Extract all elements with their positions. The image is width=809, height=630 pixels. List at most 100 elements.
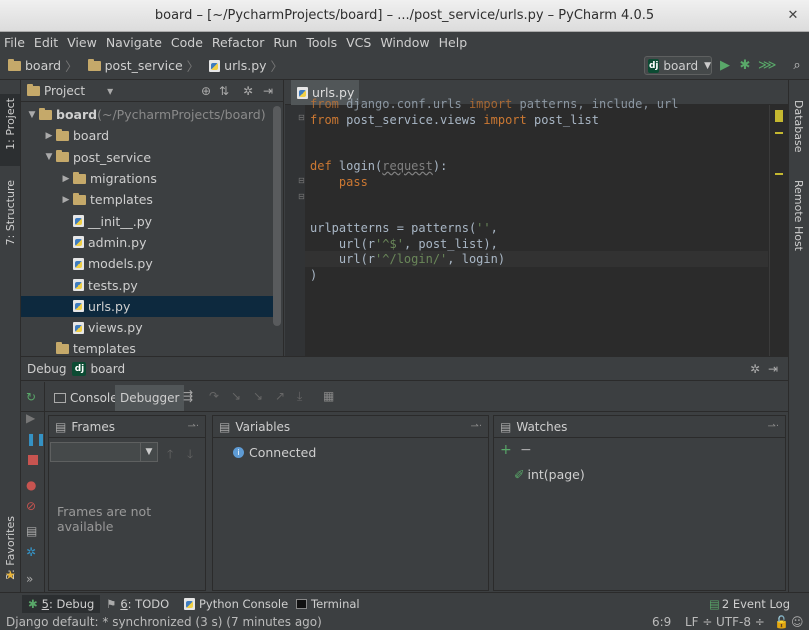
code-line[interactable]: from django.conf.urls import patterns, i…	[310, 97, 678, 113]
step-out-icon[interactable]: ↗	[275, 389, 285, 403]
inspector-icon[interactable]: ☺	[791, 615, 804, 629]
stop-icon[interactable]	[28, 455, 38, 465]
code-line[interactable]: from post_service.views import post_list	[310, 113, 678, 129]
menu-vcs[interactable]: VCS	[346, 35, 371, 50]
tool-project[interactable]: 1: Project	[4, 98, 17, 150]
menu-file[interactable]: File	[4, 35, 25, 50]
tool-tab-event-log[interactable]: ▤ 2 Event Log	[703, 595, 796, 613]
code-line[interactable]: url(r'^$', post_list),	[310, 237, 678, 253]
menu-help[interactable]: Help	[439, 35, 468, 50]
fold-marker-icon[interactable]: ⊟	[298, 192, 305, 201]
sync-icon[interactable]: ⊕	[201, 84, 211, 98]
tree-item[interactable]: ▼ post_service	[21, 147, 273, 168]
settings-icon[interactable]: ✲	[26, 545, 40, 559]
mute-breakpoints-icon[interactable]: ⊘	[26, 499, 40, 513]
hide-panel-icon[interactable]: ⇥	[263, 84, 273, 98]
chevron-down-icon[interactable]: ▾	[107, 84, 113, 98]
tool-database[interactable]: Database	[792, 100, 805, 153]
pin-icon[interactable]: ⇀·	[470, 421, 482, 432]
tree-item[interactable]: ▶ board	[21, 125, 273, 146]
tree-item[interactable]: ▶ migrations	[21, 168, 273, 189]
run-to-cursor-icon[interactable]: ⤓	[297, 389, 302, 404]
tool-tab-python-console[interactable]: Python Console	[178, 595, 294, 613]
breadcrumb-post-service[interactable]: post_service 〉	[87, 56, 204, 75]
line-separator-select[interactable]: LF ÷	[685, 615, 712, 629]
code-line[interactable]	[310, 144, 678, 160]
project-scrollbar[interactable]	[273, 106, 281, 326]
chevron-down-icon[interactable]: ▼	[25, 110, 39, 120]
menu-edit[interactable]: Edit	[34, 35, 58, 50]
arrow-down-icon[interactable]: 🡓	[187, 445, 193, 466]
step-into-icon[interactable]: ↘	[231, 389, 241, 403]
code-content[interactable]: from django.conf.urls import patterns, i…	[310, 97, 678, 284]
tree-item[interactable]: admin.py	[21, 232, 273, 253]
tree-item[interactable]: ▶ templates	[21, 189, 273, 210]
warning-stripe[interactable]	[775, 132, 783, 134]
code-line[interactable]	[310, 206, 678, 222]
chevron-down-icon[interactable]: ▼	[140, 442, 158, 462]
step-over-icon[interactable]: ↷	[209, 389, 219, 403]
view-breakpoints-icon[interactable]: ●	[26, 478, 40, 492]
tool-tab-terminal[interactable]: Terminal	[290, 595, 366, 613]
watch-item[interactable]: ✐ int(page)	[514, 467, 585, 482]
layout-icon[interactable]: ▤	[26, 524, 40, 538]
search-icon[interactable]: ⌕	[789, 58, 805, 74]
run-icon[interactable]: ▶	[717, 58, 733, 74]
tool-tab-debug[interactable]: ✱ 5 : Debug	[22, 595, 101, 613]
resume-icon[interactable]: ▶	[26, 411, 40, 425]
thread-select[interactable]: ▼	[50, 442, 158, 462]
code-line[interactable]: urlpatterns = patterns('',	[310, 221, 678, 237]
run-config-select[interactable]: dj board ▼	[644, 56, 712, 75]
evaluate-icon[interactable]: ▦	[323, 389, 334, 403]
warning-stripe[interactable]	[775, 173, 783, 175]
lock-icon[interactable]: 🔓	[774, 615, 789, 629]
tool-remote-host[interactable]: Remote Host	[792, 180, 805, 251]
menu-refactor[interactable]: Refactor	[212, 35, 264, 50]
pin-icon[interactable]: ⇀·	[767, 421, 779, 432]
code-line[interactable]: pass	[310, 175, 678, 191]
close-icon[interactable]: ✕	[785, 8, 801, 24]
editor-gutter[interactable]: ⊟ ⊟ ⊟	[285, 105, 305, 356]
pause-icon[interactable]: ❚❚	[26, 432, 46, 446]
coverage-icon[interactable]: ⋙	[758, 58, 777, 74]
tab-debugger[interactable]: Debugger	[115, 385, 185, 411]
breadcrumb-urls[interactable]: urls.py 〉	[209, 56, 287, 75]
debug-icon[interactable]: ✱	[737, 58, 753, 74]
remove-watch-icon[interactable]: −	[520, 442, 532, 458]
tool-tab-todo[interactable]: ⚑ 6 : TODO	[100, 595, 175, 613]
menu-run[interactable]: Run	[273, 35, 297, 50]
status-message[interactable]: Django default: * synchronized (3 s) (7 …	[6, 615, 322, 629]
hide-panel-icon[interactable]: ⇥	[768, 362, 778, 376]
fold-marker-icon[interactable]: ⊟	[298, 176, 305, 185]
tree-item[interactable]: urls.py	[21, 295, 273, 317]
menu-view[interactable]: View	[67, 35, 97, 50]
force-step-into-icon[interactable]: ↘	[253, 389, 263, 403]
warning-marker-icon[interactable]	[775, 110, 783, 122]
add-watch-icon[interactable]: +	[500, 442, 512, 458]
editor-scrollbar[interactable]	[769, 105, 770, 356]
menu-tools[interactable]: Tools	[306, 35, 337, 50]
pin-icon[interactable]: ⇀·	[187, 421, 199, 432]
menu-navigate[interactable]: Navigate	[106, 35, 162, 50]
show-execution-point-icon[interactable]: ⇶	[183, 389, 193, 403]
project-view-select[interactable]: Project	[44, 84, 85, 98]
chevron-right-icon[interactable]: ▶	[59, 174, 73, 184]
breadcrumb-board[interactable]: board 〉	[8, 56, 82, 75]
chevron-right-icon[interactable]: ▶	[42, 131, 56, 141]
code-line[interactable]: def login(request):	[310, 159, 678, 175]
caret-position[interactable]: 6:9	[652, 615, 671, 629]
arrow-up-icon[interactable]: 🡑	[167, 445, 173, 466]
code-line[interactable]	[310, 128, 678, 144]
code-line[interactable]: )	[310, 268, 678, 284]
tab-console[interactable]: Console	[49, 385, 123, 411]
code-line[interactable]	[310, 190, 678, 206]
fold-marker-icon[interactable]: ⊟	[298, 113, 305, 122]
chevron-right-icon[interactable]: ▶	[59, 195, 73, 205]
encoding-select[interactable]: UTF-8 ÷	[716, 615, 765, 629]
tree-item[interactable]: tests.py	[21, 274, 273, 295]
tree-item[interactable]: __init__.py	[21, 210, 273, 231]
gear-icon[interactable]: ✲	[243, 84, 253, 98]
menu-window[interactable]: Window	[380, 35, 429, 50]
collapse-icon[interactable]: ⇅	[219, 84, 229, 98]
tool-structure[interactable]: 7: Structure	[4, 180, 17, 245]
